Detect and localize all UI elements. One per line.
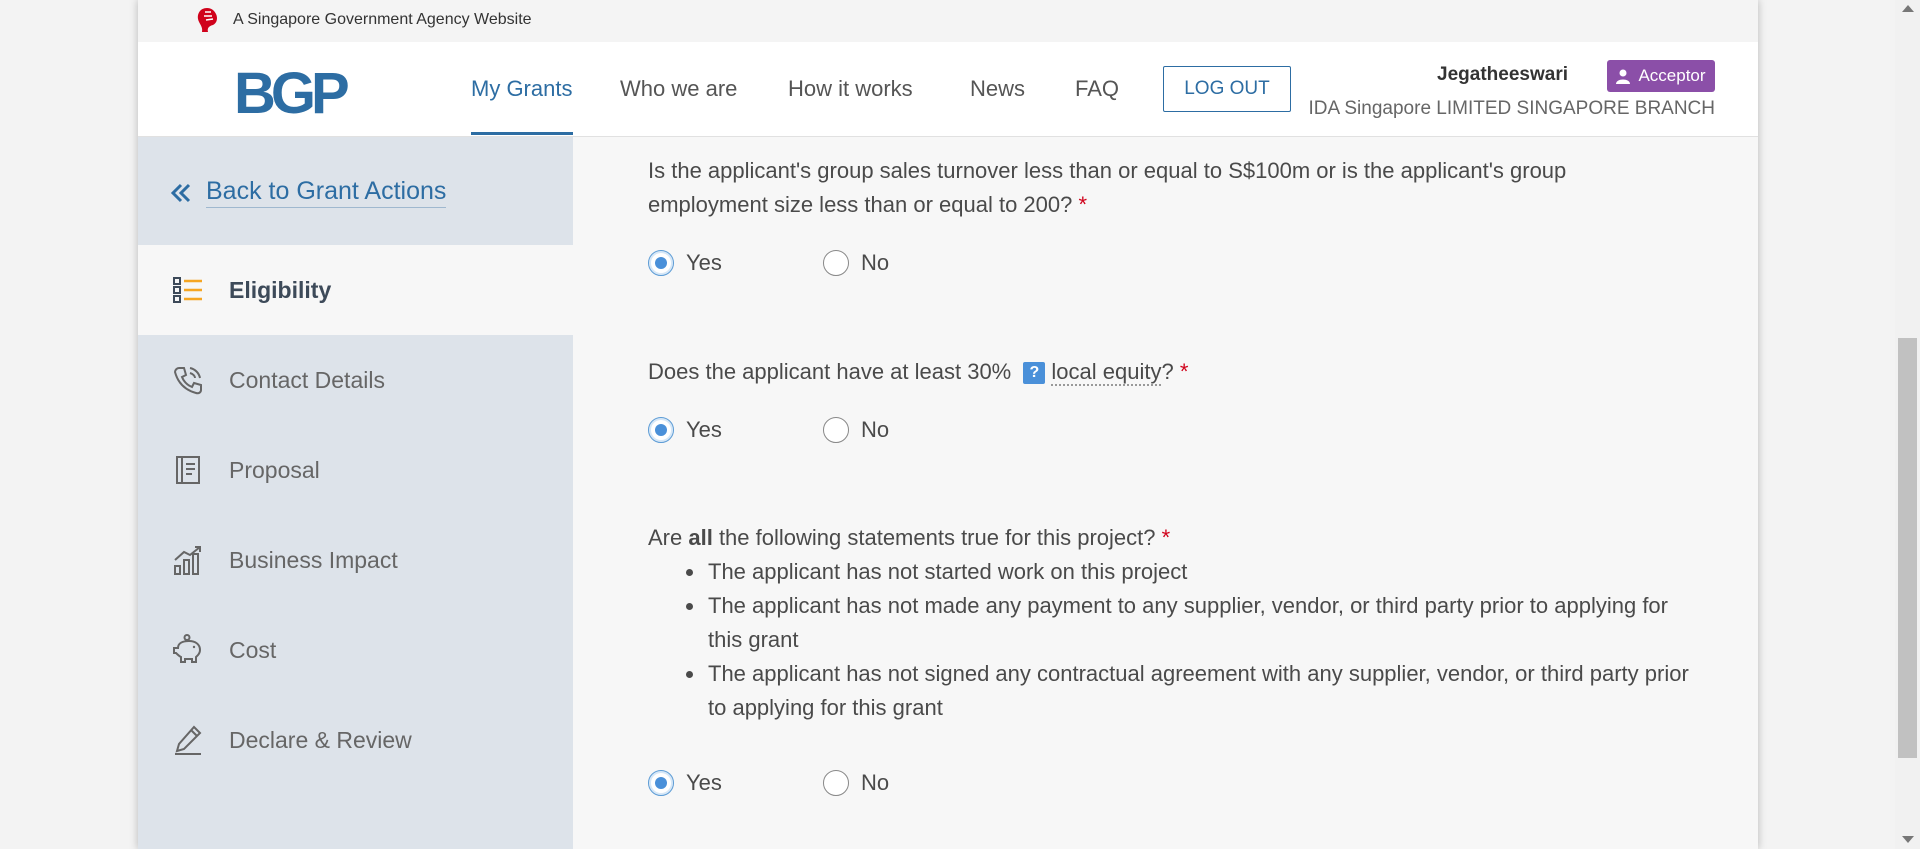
question-text: the following statements true for this p… <box>712 525 1156 550</box>
page: A Singapore Government Agency Website BG… <box>138 0 1758 849</box>
sidebar-item-label: Proposal <box>229 456 320 483</box>
sidebar-item-contact-details[interactable]: Contact Details <box>138 335 573 425</box>
list-item: The applicant has not signed any contrac… <box>686 657 1708 725</box>
radio-no[interactable] <box>823 250 849 276</box>
question-text: Does the applicant have at least 30% <box>648 359 1012 384</box>
sidebar-item-business-impact[interactable]: Business Impact <box>138 515 573 605</box>
organisation-name: IDA Singapore LIMITED SINGAPORE BRANCH <box>1308 98 1715 119</box>
radio-group-turnover: Yes <box>648 250 722 276</box>
back-link-label: Back to Grant Actions <box>206 177 447 208</box>
logout-button[interactable]: LOG OUT <box>1163 66 1291 112</box>
radio-yes[interactable] <box>648 250 674 276</box>
radio-yes[interactable] <box>648 770 674 796</box>
question-text: Are <box>648 525 689 550</box>
radio-label: Yes <box>686 417 722 442</box>
radio-label: No <box>861 770 890 795</box>
question-statements: Are all the following statements true fo… <box>648 521 1170 555</box>
user-name: Jegatheeswari <box>1437 64 1568 85</box>
statement-list: The applicant has not started work on th… <box>648 555 1708 725</box>
sidebar-item-label: Business Impact <box>229 546 398 573</box>
nav-how-it-works[interactable]: How it works <box>788 76 913 102</box>
scrollbar-thumb[interactable] <box>1898 338 1917 758</box>
radio-label: No <box>861 250 890 275</box>
eligibility-form: Is the applicant's group sales turnover … <box>573 137 1758 849</box>
site-header: BGP My Grants Who we are How it works Ne… <box>138 42 1758 137</box>
chart-icon <box>174 546 201 575</box>
radio-yes[interactable] <box>648 417 674 443</box>
radio-group-statements-no: No <box>823 770 889 796</box>
question-turnover: Is the applicant's group sales turnover … <box>648 154 1566 222</box>
radio-label: Yes <box>686 250 722 275</box>
nav-faq[interactable]: FAQ <box>1075 76 1119 102</box>
sidebar: Back to Grant Actions Eligibility Contac… <box>138 137 573 849</box>
role-label: Acceptor <box>1638 66 1706 85</box>
sidebar-item-proposal[interactable]: Proposal <box>138 425 573 515</box>
sidebar-item-cost[interactable]: Cost <box>138 605 573 695</box>
radio-group-statements: Yes <box>648 770 722 796</box>
list-item: The applicant has not made any payment t… <box>686 589 1708 657</box>
nav-active-indicator <box>471 132 573 135</box>
radio-no[interactable] <box>823 417 849 443</box>
user-icon <box>1616 69 1631 84</box>
gov-masthead: A Singapore Government Agency Website <box>138 0 1758 42</box>
scroll-up-arrow-icon[interactable] <box>1902 5 1914 12</box>
local-equity-tooltip-term[interactable]: local equity <box>1051 359 1162 386</box>
masthead-text: A Singapore Government Agency Website <box>233 11 532 28</box>
nav-news[interactable]: News <box>970 76 1025 102</box>
radio-group-equity: Yes <box>648 417 722 443</box>
radio-label: No <box>861 417 890 442</box>
question-emphasis: all <box>688 525 713 550</box>
piggy-bank-icon <box>173 634 202 663</box>
phone-icon <box>173 367 202 395</box>
role-badge: Acceptor <box>1607 60 1715 92</box>
scroll-down-arrow-icon[interactable] <box>1902 836 1914 843</box>
double-chevron-left-icon <box>170 183 191 202</box>
document-icon <box>176 456 200 484</box>
sidebar-item-label: Contact Details <box>229 366 385 393</box>
sidebar-item-label: Eligibility <box>229 276 332 303</box>
question-suffix: ? <box>1161 359 1174 384</box>
radio-group-turnover-no: No <box>823 250 889 276</box>
back-to-grant-actions-link[interactable]: Back to Grant Actions <box>170 177 447 208</box>
help-icon[interactable]: ? <box>1023 362 1046 384</box>
nav-my-grants[interactable]: My Grants <box>471 76 572 102</box>
pen-icon <box>175 725 202 755</box>
list-item: The applicant has not started work on th… <box>686 555 1708 589</box>
radio-label: Yes <box>686 770 722 795</box>
sidebar-item-eligibility[interactable]: Eligibility <box>138 245 573 335</box>
nav-who-we-are[interactable]: Who we are <box>620 76 737 102</box>
required-marker: * <box>1179 359 1189 384</box>
bgp-logo[interactable]: BGP <box>234 65 350 123</box>
sidebar-item-declare-review[interactable]: Declare & Review <box>138 695 573 785</box>
required-marker: * <box>1078 192 1088 217</box>
question-local-equity: Does the applicant have at least 30% ? lo… <box>648 355 1188 389</box>
page-scrollbar[interactable] <box>1895 0 1920 849</box>
radio-no[interactable] <box>823 770 849 796</box>
sidebar-item-label: Cost <box>229 636 277 663</box>
list-icon <box>173 277 202 303</box>
required-marker: * <box>1161 525 1171 550</box>
lion-head-icon <box>197 8 217 32</box>
question-text: Is the applicant's group sales turnover … <box>648 158 1567 183</box>
radio-group-equity-no: No <box>823 417 889 443</box>
sidebar-item-label: Declare & Review <box>229 726 412 753</box>
question-text: employment size less than or equal to 20… <box>648 192 1073 217</box>
